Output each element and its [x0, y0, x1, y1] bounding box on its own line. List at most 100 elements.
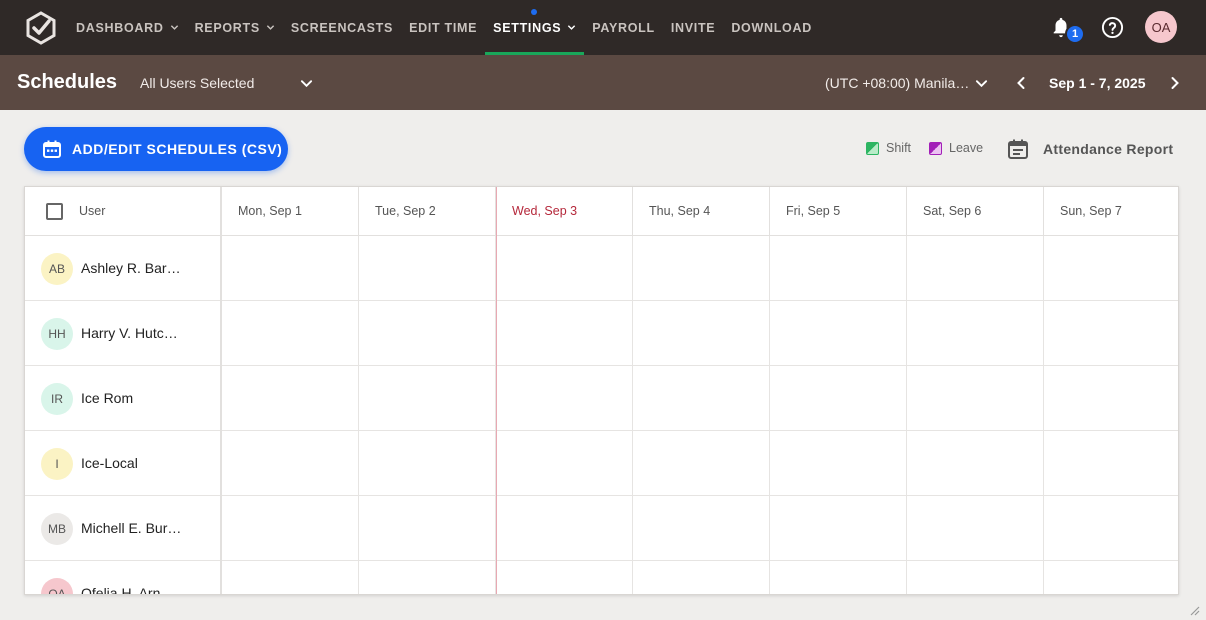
day-column-label: Sat, Sep 6: [923, 204, 982, 218]
schedule-cell[interactable]: [222, 301, 359, 366]
nav-item-label: SETTINGS: [493, 20, 562, 35]
user-column-header: User: [25, 187, 222, 236]
schedule-cell[interactable]: [633, 236, 770, 301]
schedule-cell[interactable]: [496, 496, 633, 561]
table-row: IR Ice Rom: [25, 366, 1178, 431]
page-header: Schedules All Users Selected (UTC +08:00…: [0, 55, 1206, 110]
schedule-cell[interactable]: [1044, 496, 1178, 561]
schedule-cell[interactable]: [359, 561, 496, 594]
schedule-cell[interactable]: [907, 561, 1044, 594]
schedule-cell[interactable]: [496, 301, 633, 366]
user-name[interactable]: Harry V. Hutc…: [81, 325, 178, 341]
schedule-cell[interactable]: [633, 301, 770, 366]
previous-week-icon[interactable]: [1014, 76, 1028, 90]
schedule-cell[interactable]: [359, 366, 496, 431]
schedule-cell[interactable]: [770, 301, 907, 366]
nav-item-edit-time[interactable]: EDIT TIME: [401, 0, 485, 55]
app-logo-icon[interactable]: [24, 11, 58, 45]
schedule-cell[interactable]: [222, 366, 359, 431]
schedule-cell[interactable]: [1044, 561, 1178, 594]
schedule-cell[interactable]: [1044, 366, 1178, 431]
top-nav: DASHBOARD REPORTS SCREENCASTS EDIT TIME SETT…: [0, 0, 1206, 55]
nav-item-download[interactable]: DOWNLOAD: [723, 0, 820, 55]
schedule-cell[interactable]: [222, 431, 359, 496]
add-edit-schedules-button[interactable]: ADD/EDIT SCHEDULES (CSV): [24, 127, 288, 171]
schedule-cell[interactable]: [907, 236, 1044, 301]
date-range[interactable]: Sep 1 - 7, 2025: [1049, 75, 1146, 91]
schedule-cell[interactable]: [1044, 431, 1178, 496]
schedule-cell[interactable]: [907, 301, 1044, 366]
schedule-cell[interactable]: [496, 561, 633, 594]
user-cell[interactable]: I Ice-Local: [25, 431, 222, 496]
nav-item-dashboard[interactable]: DASHBOARD: [68, 0, 187, 55]
schedule-cell[interactable]: [1044, 236, 1178, 301]
avatar: IR: [41, 383, 73, 415]
day-column-header: Tue, Sep 2: [359, 187, 496, 236]
attendance-report-button[interactable]: Attendance Report: [1007, 138, 1173, 160]
schedule-cell[interactable]: [359, 431, 496, 496]
legend-shift: Shift: [866, 141, 911, 155]
day-column-label: Mon, Sep 1: [238, 204, 302, 218]
schedule-cell[interactable]: [359, 236, 496, 301]
schedule-cell[interactable]: [770, 366, 907, 431]
notification-count-badge[interactable]: 1: [1065, 24, 1085, 44]
day-column-header: Mon, Sep 1: [222, 187, 359, 236]
schedule-cell[interactable]: [496, 366, 633, 431]
schedule-cell[interactable]: [222, 496, 359, 561]
nav-item-settings[interactable]: SETTINGS: [485, 0, 585, 55]
help-icon[interactable]: [1101, 16, 1124, 39]
user-name[interactable]: Ashley R. Bar…: [81, 260, 181, 276]
schedule-cell[interactable]: [222, 561, 359, 594]
nav-item-label: EDIT TIME: [409, 20, 478, 35]
nav-item-invite[interactable]: INVITE: [663, 0, 723, 55]
schedule-cell[interactable]: [633, 366, 770, 431]
main-nav: DASHBOARD REPORTS SCREENCASTS EDIT TIME SETT…: [68, 0, 820, 55]
nav-item-payroll[interactable]: PAYROLL: [584, 0, 663, 55]
schedule-cell[interactable]: [770, 496, 907, 561]
day-column-label: Tue, Sep 2: [375, 204, 436, 218]
user-cell[interactable]: MB Michell E. Bur…: [25, 496, 222, 561]
schedule-cell[interactable]: [359, 496, 496, 561]
avatar: MB: [41, 513, 73, 545]
day-column-header: Fri, Sep 5: [770, 187, 907, 236]
schedule-cell[interactable]: [633, 561, 770, 594]
user-cell[interactable]: OA Ofelia H. Arn…: [25, 561, 222, 594]
schedule-cell[interactable]: [633, 431, 770, 496]
user-cell[interactable]: IR Ice Rom: [25, 366, 222, 431]
user-name[interactable]: Ofelia H. Arn…: [81, 585, 174, 594]
schedule-cell[interactable]: [770, 561, 907, 594]
timezone-select[interactable]: (UTC +08:00) Manila…: [825, 75, 969, 91]
user-cell[interactable]: HH Harry V. Hutc…: [25, 301, 222, 366]
shift-swatch: [866, 141, 879, 155]
chevron-down-icon[interactable]: [975, 77, 988, 90]
user-cell[interactable]: AB Ashley R. Bar…: [25, 236, 222, 301]
schedule-cell[interactable]: [907, 496, 1044, 561]
user-filter-select[interactable]: All Users Selected: [140, 75, 254, 91]
user-avatar[interactable]: OA: [1145, 11, 1177, 43]
user-name[interactable]: Ice Rom: [81, 390, 133, 406]
user-name[interactable]: Ice-Local: [81, 455, 138, 471]
schedule-cell[interactable]: [907, 431, 1044, 496]
schedule-cell[interactable]: [907, 366, 1044, 431]
next-week-icon[interactable]: [1168, 76, 1182, 90]
schedule-cell[interactable]: [633, 496, 770, 561]
select-all-checkbox[interactable]: [46, 203, 63, 220]
schedule-cell[interactable]: [222, 236, 359, 301]
day-column-label: Wed, Sep 3: [512, 204, 578, 218]
schedule-cell[interactable]: [359, 301, 496, 366]
chevron-down-icon[interactable]: [300, 77, 313, 90]
nav-item-screencasts[interactable]: SCREENCASTS: [283, 0, 401, 55]
day-column-label: Sun, Sep 7: [1060, 204, 1122, 218]
schedule-cell[interactable]: [770, 431, 907, 496]
avatar: I: [41, 448, 73, 480]
schedule-cell[interactable]: [496, 431, 633, 496]
chevron-down-icon: [170, 25, 178, 30]
user-name[interactable]: Michell E. Bur…: [81, 520, 181, 536]
schedule-cell[interactable]: [1044, 301, 1178, 366]
nav-item-label: PAYROLL: [592, 20, 655, 35]
resize-handle-icon[interactable]: [1188, 604, 1200, 616]
schedule-cell[interactable]: [496, 236, 633, 301]
schedule-cell[interactable]: [770, 236, 907, 301]
nav-item-reports[interactable]: REPORTS: [187, 0, 283, 55]
avatar: HH: [41, 318, 73, 350]
